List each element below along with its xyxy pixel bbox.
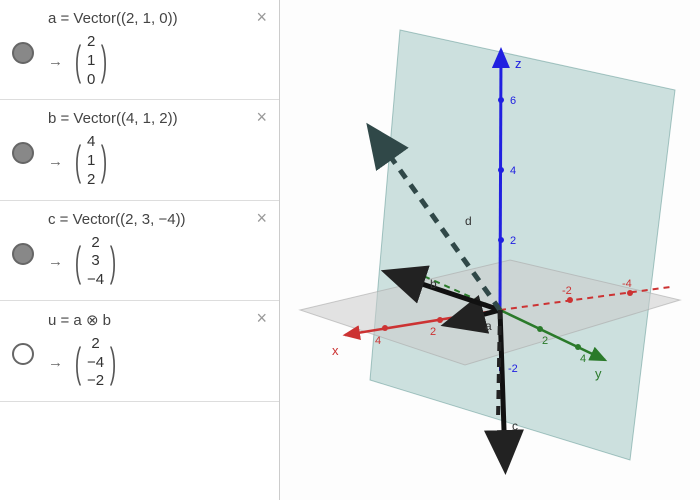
- delete-item-button[interactable]: ×: [256, 8, 267, 26]
- 3d-graphics-view[interactable]: 2 4 6 z -2 2 4 -2 -4 x 2 4 y a b c d: [280, 0, 700, 500]
- item-result: → (412): [48, 133, 271, 189]
- item-body: c = Vector((2, 3, −4)) → (23−4): [48, 211, 271, 290]
- vector-component: 1: [87, 152, 95, 171]
- visibility-toggle-c[interactable]: [12, 243, 34, 265]
- delete-item-button[interactable]: ×: [256, 209, 267, 227]
- algebra-item-a[interactable]: a = Vector((2, 1, 0)) → (210) ×: [0, 0, 279, 100]
- vector-components: 23−4: [85, 234, 106, 290]
- item-body: a = Vector((2, 1, 0)) → (210): [48, 10, 271, 89]
- item-definition: a = Vector((2, 1, 0)): [48, 10, 271, 27]
- item-result: → (2−4−2): [48, 335, 271, 391]
- vector-components: 210: [85, 33, 97, 89]
- y-axis-label: y: [595, 366, 602, 381]
- visibility-toggle-b[interactable]: [12, 142, 34, 164]
- x-axis-label: x: [332, 343, 339, 358]
- vector-component: 1: [87, 52, 95, 71]
- vector-components: 2−4−2: [85, 335, 106, 391]
- z-tick-n2: -2: [508, 363, 518, 375]
- item-definition: c = Vector((2, 3, −4)): [48, 211, 271, 228]
- paren-left-icon: (: [75, 137, 81, 185]
- z-tick-4: 4: [510, 165, 516, 177]
- paren-left-icon: (: [75, 37, 81, 85]
- visibility-toggle-a[interactable]: [12, 42, 34, 64]
- vector-component: −2: [87, 372, 104, 391]
- delete-item-button[interactable]: ×: [256, 108, 267, 126]
- delete-item-button[interactable]: ×: [256, 309, 267, 327]
- x-tick-n4: -4: [622, 278, 632, 290]
- result-arrow-icon: →: [48, 354, 63, 371]
- vector-display: (23−4): [71, 234, 120, 290]
- z-tick-2: 2: [510, 235, 516, 247]
- vector-component: 2: [87, 33, 95, 52]
- tilted-plane[interactable]: [370, 30, 675, 460]
- algebra-item-u[interactable]: u = a ⊗ b → (2−4−2) ×: [0, 301, 279, 402]
- vector-a-label: a: [485, 319, 492, 333]
- paren-right-icon: ): [110, 238, 116, 286]
- paren-right-icon: ): [101, 37, 107, 85]
- vector-component: 3: [91, 252, 99, 271]
- algebra-view[interactable]: a = Vector((2, 1, 0))→(210)×b = Vector((…: [0, 0, 280, 500]
- paren-right-icon: ): [110, 339, 116, 387]
- x-tick-n2: -2: [562, 285, 572, 297]
- algebra-item-b[interactable]: b = Vector((4, 1, 2)) → (412) ×: [0, 100, 279, 200]
- vector-c-label: c: [512, 419, 518, 433]
- vector-components: 412: [85, 133, 97, 189]
- vector-display: (2−4−2): [71, 335, 120, 391]
- item-definition: u = a ⊗ b: [48, 311, 271, 329]
- vector-component: −4: [87, 354, 104, 373]
- x-tick-4: 4: [375, 335, 381, 347]
- item-body: b = Vector((4, 1, 2)) → (412): [48, 110, 271, 189]
- paren-right-icon: ): [101, 137, 107, 185]
- result-arrow-icon: →: [48, 253, 63, 270]
- x-tick-2: 2: [430, 326, 436, 338]
- vector-component: 4: [87, 133, 95, 152]
- item-result: → (23−4): [48, 234, 271, 290]
- z-axis-label: z: [515, 56, 522, 71]
- z-tick-6: 6: [510, 95, 516, 107]
- vector-display: (412): [71, 133, 111, 189]
- vector-component: −4: [87, 271, 104, 290]
- scene-3d[interactable]: 2 4 6 z -2 2 4 -2 -4 x 2 4 y a b c d: [280, 0, 700, 500]
- paren-left-icon: (: [75, 339, 81, 387]
- visibility-toggle-u[interactable]: [12, 343, 34, 365]
- item-body: u = a ⊗ b → (2−4−2): [48, 311, 271, 391]
- item-result: → (210): [48, 33, 271, 89]
- vector-b-label: b: [430, 277, 437, 291]
- item-definition: b = Vector((4, 1, 2)): [48, 110, 271, 127]
- result-arrow-icon: →: [48, 153, 63, 170]
- z-axis: [500, 50, 501, 310]
- algebra-item-c[interactable]: c = Vector((2, 3, −4)) → (23−4) ×: [0, 201, 279, 301]
- result-arrow-icon: →: [48, 53, 63, 70]
- paren-left-icon: (: [75, 238, 81, 286]
- vector-component: 2: [91, 335, 99, 354]
- vector-display: (210): [71, 33, 111, 89]
- y-tick-4: 4: [580, 353, 586, 365]
- vector-d-label: d: [465, 214, 472, 228]
- y-tick-2: 2: [542, 335, 548, 347]
- vector-component: 0: [87, 71, 95, 90]
- vector-component: 2: [87, 171, 95, 190]
- vector-component: 2: [91, 234, 99, 253]
